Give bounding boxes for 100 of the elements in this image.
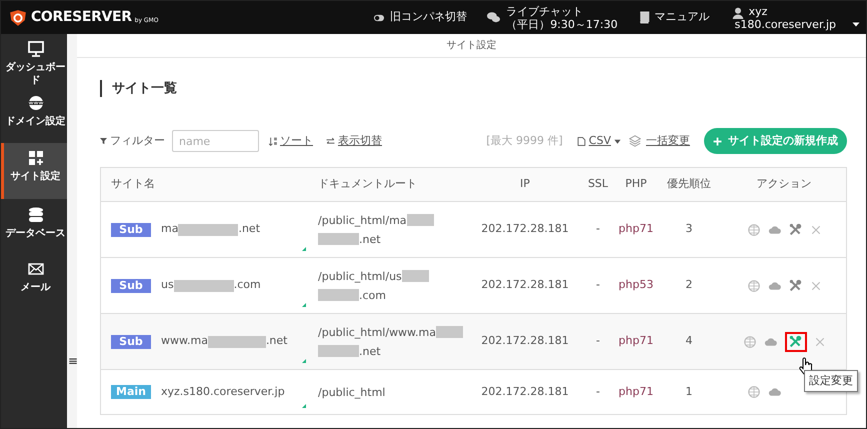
redaction-block (174, 280, 234, 292)
document-root-text: /public_html/www.ma (318, 324, 436, 341)
close-icon (810, 280, 820, 290)
www-icon (28, 95, 44, 111)
sort-icon (269, 136, 278, 146)
layers-icon (629, 135, 641, 147)
ssl-value: - (596, 277, 600, 294)
priority-value: 2 (686, 277, 692, 294)
type-badge: Sub (111, 278, 151, 292)
manual-link[interactable]: マニュアル (638, 9, 710, 26)
globe-icon (748, 224, 760, 236)
ip-address: 202.172.28.181 (481, 384, 569, 400)
corner-mark-icon (302, 359, 306, 363)
redaction-block (208, 336, 266, 348)
sidebar-item[interactable]: サイト設定 (1, 143, 67, 199)
close-icon (814, 336, 824, 346)
toggle-icon (372, 12, 386, 22)
php-version: php71 (618, 333, 654, 350)
cloud-icon (768, 386, 780, 398)
corner-mark-icon (302, 404, 306, 408)
corner-mark-icon (302, 247, 306, 251)
user-icon (732, 6, 744, 18)
page-heading: サイト一覧 (100, 80, 177, 97)
sidebar-item[interactable]: データベース (1, 200, 67, 254)
menu-toggle-icon[interactable]: ≡ (68, 354, 78, 368)
site-name: ma (161, 221, 178, 238)
cloud-icon (764, 336, 776, 348)
globe-icon (744, 336, 756, 348)
column-header: アクション (756, 176, 812, 192)
tools-icon (789, 279, 802, 292)
live-chat-link[interactable]: ライブチャット （平日）9:30～17:30 (487, 4, 618, 30)
type-badge: Sub (111, 334, 151, 348)
swap-arrows-icon (325, 136, 336, 146)
ip-address: 202.172.28.181 (481, 221, 569, 238)
user-name: xyz (748, 4, 768, 18)
column-header: IP (520, 176, 530, 192)
site-name-suffix: .net (266, 333, 288, 350)
globe-icon (748, 386, 760, 398)
chat-bubbles-icon (487, 11, 500, 24)
document-root-text: /public_html/us (318, 268, 402, 285)
site-name-suffix: .net (238, 221, 260, 238)
document-root-text: .net (359, 232, 381, 248)
priority-value: 4 (686, 333, 692, 350)
plus-icon (713, 136, 722, 146)
site-name: www.ma (161, 333, 208, 350)
old-panel-link[interactable]: 旧コンパネ切替 (372, 9, 468, 26)
type-badge: Sub (111, 222, 151, 236)
site-name-suffix: .com (234, 277, 261, 294)
ssl-value: - (596, 333, 600, 350)
sidebar-item[interactable]: ダッシュボード (1, 34, 67, 88)
redaction-block (318, 233, 359, 245)
document-icon (576, 136, 586, 146)
filter-field[interactable]: name (172, 130, 259, 152)
priority-value: 1 (686, 384, 692, 400)
server-name: s180.coreserver.jp (734, 18, 836, 30)
php-version: php71 (618, 384, 654, 400)
corner-mark-icon (302, 303, 306, 307)
tools-icon (789, 223, 802, 236)
settings-button[interactable] (784, 332, 806, 352)
document-root-text: .com (359, 288, 386, 304)
sidebar-item[interactable]: ドメイン設定 (1, 88, 67, 142)
shield-logo-icon (9, 8, 27, 26)
priority-value: 3 (686, 221, 692, 238)
sidebar-item[interactable]: メール (1, 254, 67, 308)
breadcrumb-text: サイト設定 (446, 38, 496, 53)
settings-button[interactable] (788, 278, 802, 292)
globe-icon (748, 280, 760, 292)
sort-link[interactable]: ソート (269, 132, 313, 150)
redaction-block (402, 270, 429, 282)
monitor-icon (28, 41, 44, 57)
document-root-text: /public_html (318, 384, 386, 401)
grid-icon (28, 150, 44, 166)
document-root-text: .net (359, 344, 381, 360)
display-toggle-link[interactable]: 表示切替 (325, 132, 382, 150)
max-count-text: [最大 9999 件] (486, 132, 563, 149)
csv-menu[interactable]: CSV (576, 132, 621, 150)
column-header: PHP (625, 176, 647, 192)
site-name: us (161, 277, 174, 294)
redaction-block (436, 326, 463, 338)
dropdown-caret-icon (852, 20, 860, 28)
close-icon (810, 224, 820, 234)
book-icon (638, 11, 650, 24)
ssl-value: - (596, 221, 600, 238)
document-root-text: /public_html/ma (318, 212, 407, 229)
column-header: サイト名 (111, 176, 155, 192)
mail-icon (28, 261, 44, 277)
cloud-icon (768, 280, 780, 292)
redaction-block (406, 214, 434, 226)
site-name: xyz.s180.coreserver.jp (161, 384, 285, 400)
php-version: php71 (618, 221, 654, 238)
bulk-change-link[interactable]: 一括変更 (629, 132, 690, 150)
redaction-block (178, 224, 238, 236)
ip-address: 202.172.28.181 (481, 277, 569, 294)
ip-address: 202.172.28.181 (481, 333, 569, 350)
filter-label: フィルター (100, 132, 165, 150)
tooltip: 設定変更 (804, 370, 858, 392)
type-badge: Main (111, 385, 151, 399)
redaction-block (318, 289, 359, 301)
database-icon (28, 207, 44, 223)
settings-button[interactable] (788, 222, 802, 236)
